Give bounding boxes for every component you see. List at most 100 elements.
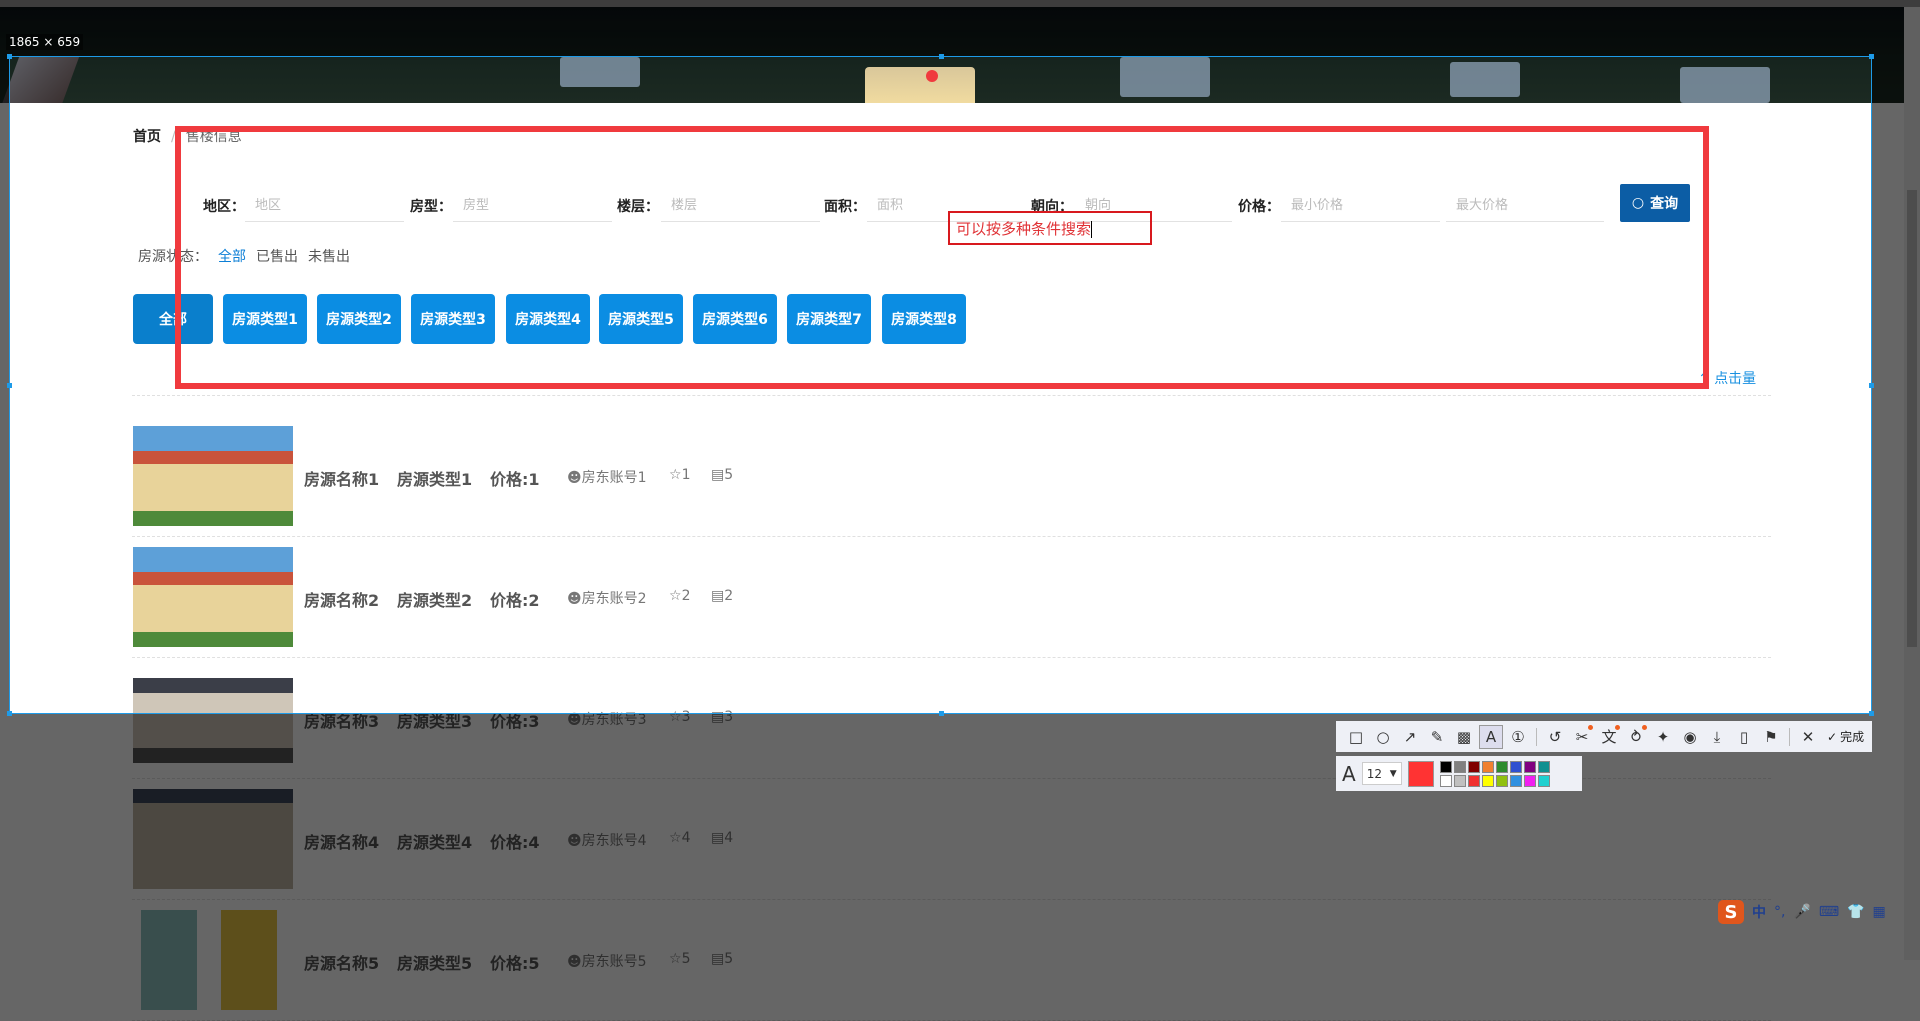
listing-type: 房源类型4 — [397, 833, 473, 852]
palette-color-swatch[interactable] — [1467, 774, 1480, 787]
banner-road — [0, 57, 80, 103]
current-color-swatch[interactable] — [1407, 760, 1434, 787]
microphone-icon[interactable]: 🎤 — [1793, 904, 1810, 920]
comment-icon: ▤ — [711, 709, 725, 725]
ocr-icon[interactable]: ⥁ — [1624, 724, 1648, 749]
font-icon: A — [1342, 761, 1356, 786]
listing-row[interactable]: 房源名称3 房源类型3 价格:3 ☻房东账号3 ☆3 ▤3 — [133, 668, 1772, 768]
palette-color-swatch[interactable] — [1481, 760, 1494, 773]
palette-color-swatch[interactable] — [1495, 760, 1508, 773]
listing-row[interactable]: 房源名称1 房源类型1 价格:1 ☻房东账号1 ☆1 ▤5 — [133, 426, 1772, 526]
listing-image[interactable] — [133, 426, 293, 526]
close-icon[interactable]: ✕ — [1796, 725, 1820, 749]
check-icon: ✓ — [1827, 729, 1838, 744]
listing-price: 价格:5 — [490, 954, 540, 973]
list-divider — [132, 899, 1771, 900]
comment-icon: ▤ — [711, 467, 725, 483]
listing-name[interactable]: 房源名称2 — [304, 587, 379, 611]
bookmark-icon[interactable]: ⚑ — [1759, 725, 1783, 749]
owner-name: 房东账号3 — [581, 712, 647, 728]
listing-type: 房源类型2 — [397, 591, 473, 610]
banner-image — [0, 7, 1904, 103]
resize-handle[interactable] — [7, 383, 12, 388]
record-icon[interactable]: ◉ — [1678, 725, 1702, 749]
annotation-text-box[interactable]: 可以按多种条件搜索 — [948, 211, 1152, 245]
pencil-tool-icon[interactable]: ✎ — [1425, 725, 1449, 749]
palette-color-swatch[interactable] — [1537, 760, 1550, 773]
listing-name[interactable]: 房源名称5 — [304, 950, 379, 974]
palette-color-swatch[interactable] — [1523, 760, 1536, 773]
cut-icon[interactable]: ✂ — [1570, 724, 1594, 749]
pin-icon[interactable]: ✦ — [1651, 725, 1675, 749]
listing-image[interactable] — [133, 910, 293, 1010]
punctuation-icon[interactable]: °, — [1774, 904, 1785, 920]
ime-status-bar: S 中 °, 🎤 ⌨ 👕 ▦ — [1714, 898, 1920, 926]
palette-color-swatch[interactable] — [1495, 774, 1508, 787]
palette-color-swatch[interactable] — [1509, 774, 1522, 787]
ime-mode[interactable]: 中 — [1752, 902, 1766, 922]
skin-icon[interactable]: 👕 — [1847, 904, 1864, 920]
listing-image[interactable] — [133, 547, 293, 647]
palette-color-swatch[interactable] — [1509, 760, 1522, 773]
font-size-select[interactable]: 12 ▼ — [1361, 762, 1402, 785]
keyboard-icon[interactable]: ⌨ — [1819, 904, 1839, 920]
listing-comments: ▤5 — [711, 467, 733, 483]
palette-color-swatch[interactable] — [1523, 774, 1536, 787]
banner-house — [1120, 57, 1210, 97]
undo-icon[interactable]: ↺ — [1543, 725, 1567, 749]
comment-icon: ▤ — [711, 830, 725, 846]
translate-icon[interactable]: 文 — [1597, 724, 1621, 749]
mosaic-tool-icon[interactable]: ▩ — [1452, 725, 1476, 749]
palette-color-swatch[interactable] — [1439, 774, 1452, 787]
arrow-tool-icon[interactable]: ↗ — [1398, 725, 1422, 749]
text-options-bar: A 12 ▼ — [1336, 756, 1582, 791]
download-icon[interactable]: ⤓ — [1705, 725, 1729, 749]
comment-count: 5 — [724, 467, 734, 483]
listing-row[interactable]: 房源名称5 房源类型5 价格:5 ☻房东账号5 ☆5 ▤5 — [133, 910, 1772, 1010]
rectangle-tool-icon[interactable]: □ — [1344, 725, 1368, 749]
palette-color-swatch[interactable] — [1481, 774, 1494, 787]
star-count: 5 — [681, 951, 691, 967]
star-count: 3 — [681, 709, 691, 725]
listing-name[interactable]: 房源名称1 — [304, 466, 379, 490]
top-strip — [0, 0, 1920, 7]
text-tool-icon[interactable]: A — [1479, 724, 1503, 749]
listing-name[interactable]: 房源名称3 — [304, 708, 379, 732]
palette-color-swatch[interactable] — [1467, 760, 1480, 773]
resize-handle[interactable] — [1869, 383, 1874, 388]
resize-handle[interactable] — [7, 711, 12, 716]
resize-handle[interactable] — [1869, 711, 1874, 716]
number-tool-icon[interactable]: ① — [1506, 725, 1530, 749]
done-button[interactable]: ✓ 完成 — [1827, 728, 1864, 745]
selection-size-label: 1865 × 659 — [6, 34, 84, 50]
screenshot-toolbar: □ ○ ↗ ✎ ▩ A ① ↺ ✂ 文 ⥁ ✦ ◉ ⤓ ▯ ⚑ ✕ ✓ 完成 — [1336, 721, 1872, 752]
page-scrollbar[interactable] — [1904, 7, 1920, 960]
listing-row[interactable]: 房源名称4 房源类型4 价格:4 ☻房东账号4 ☆4 ▤4 — [133, 789, 1772, 889]
listing-name[interactable]: 房源名称4 — [304, 829, 379, 853]
sogou-logo-icon[interactable]: S — [1718, 900, 1744, 924]
banner-lit-villa — [865, 67, 975, 103]
palette-color-swatch[interactable] — [1537, 774, 1550, 787]
listing-image[interactable] — [133, 668, 293, 768]
listing-image[interactable] — [133, 789, 293, 889]
listing-comments: ▤2 — [711, 588, 733, 604]
chevron-down-icon: ▼ — [1389, 768, 1397, 779]
toolbox-icon[interactable]: ▦ — [1873, 904, 1886, 920]
toolbar-separator — [1789, 727, 1790, 746]
palette-color-swatch[interactable] — [1453, 774, 1466, 787]
listing-price: 价格:1 — [490, 470, 540, 489]
long-screenshot-icon[interactable]: ▯ — [1732, 725, 1756, 749]
star-count: 2 — [681, 588, 691, 604]
palette-color-swatch[interactable] — [1439, 760, 1452, 773]
breadcrumb-home[interactable]: 首页 — [133, 129, 161, 145]
palette-color-swatch[interactable] — [1453, 760, 1466, 773]
listing-comments: ▤3 — [711, 709, 733, 725]
user-icon: ☻ — [567, 712, 582, 728]
listing-owner: ☻房东账号5 — [567, 951, 647, 971]
comment-count: 3 — [724, 709, 734, 725]
scrollbar-thumb[interactable] — [1907, 190, 1917, 647]
ellipse-tool-icon[interactable]: ○ — [1371, 725, 1395, 749]
listing-row[interactable]: 房源名称2 房源类型2 价格:2 ☻房东账号2 ☆2 ▤2 — [133, 547, 1772, 647]
annotation-rectangle[interactable] — [175, 126, 1709, 389]
listing-stars: ☆2 — [669, 588, 690, 604]
